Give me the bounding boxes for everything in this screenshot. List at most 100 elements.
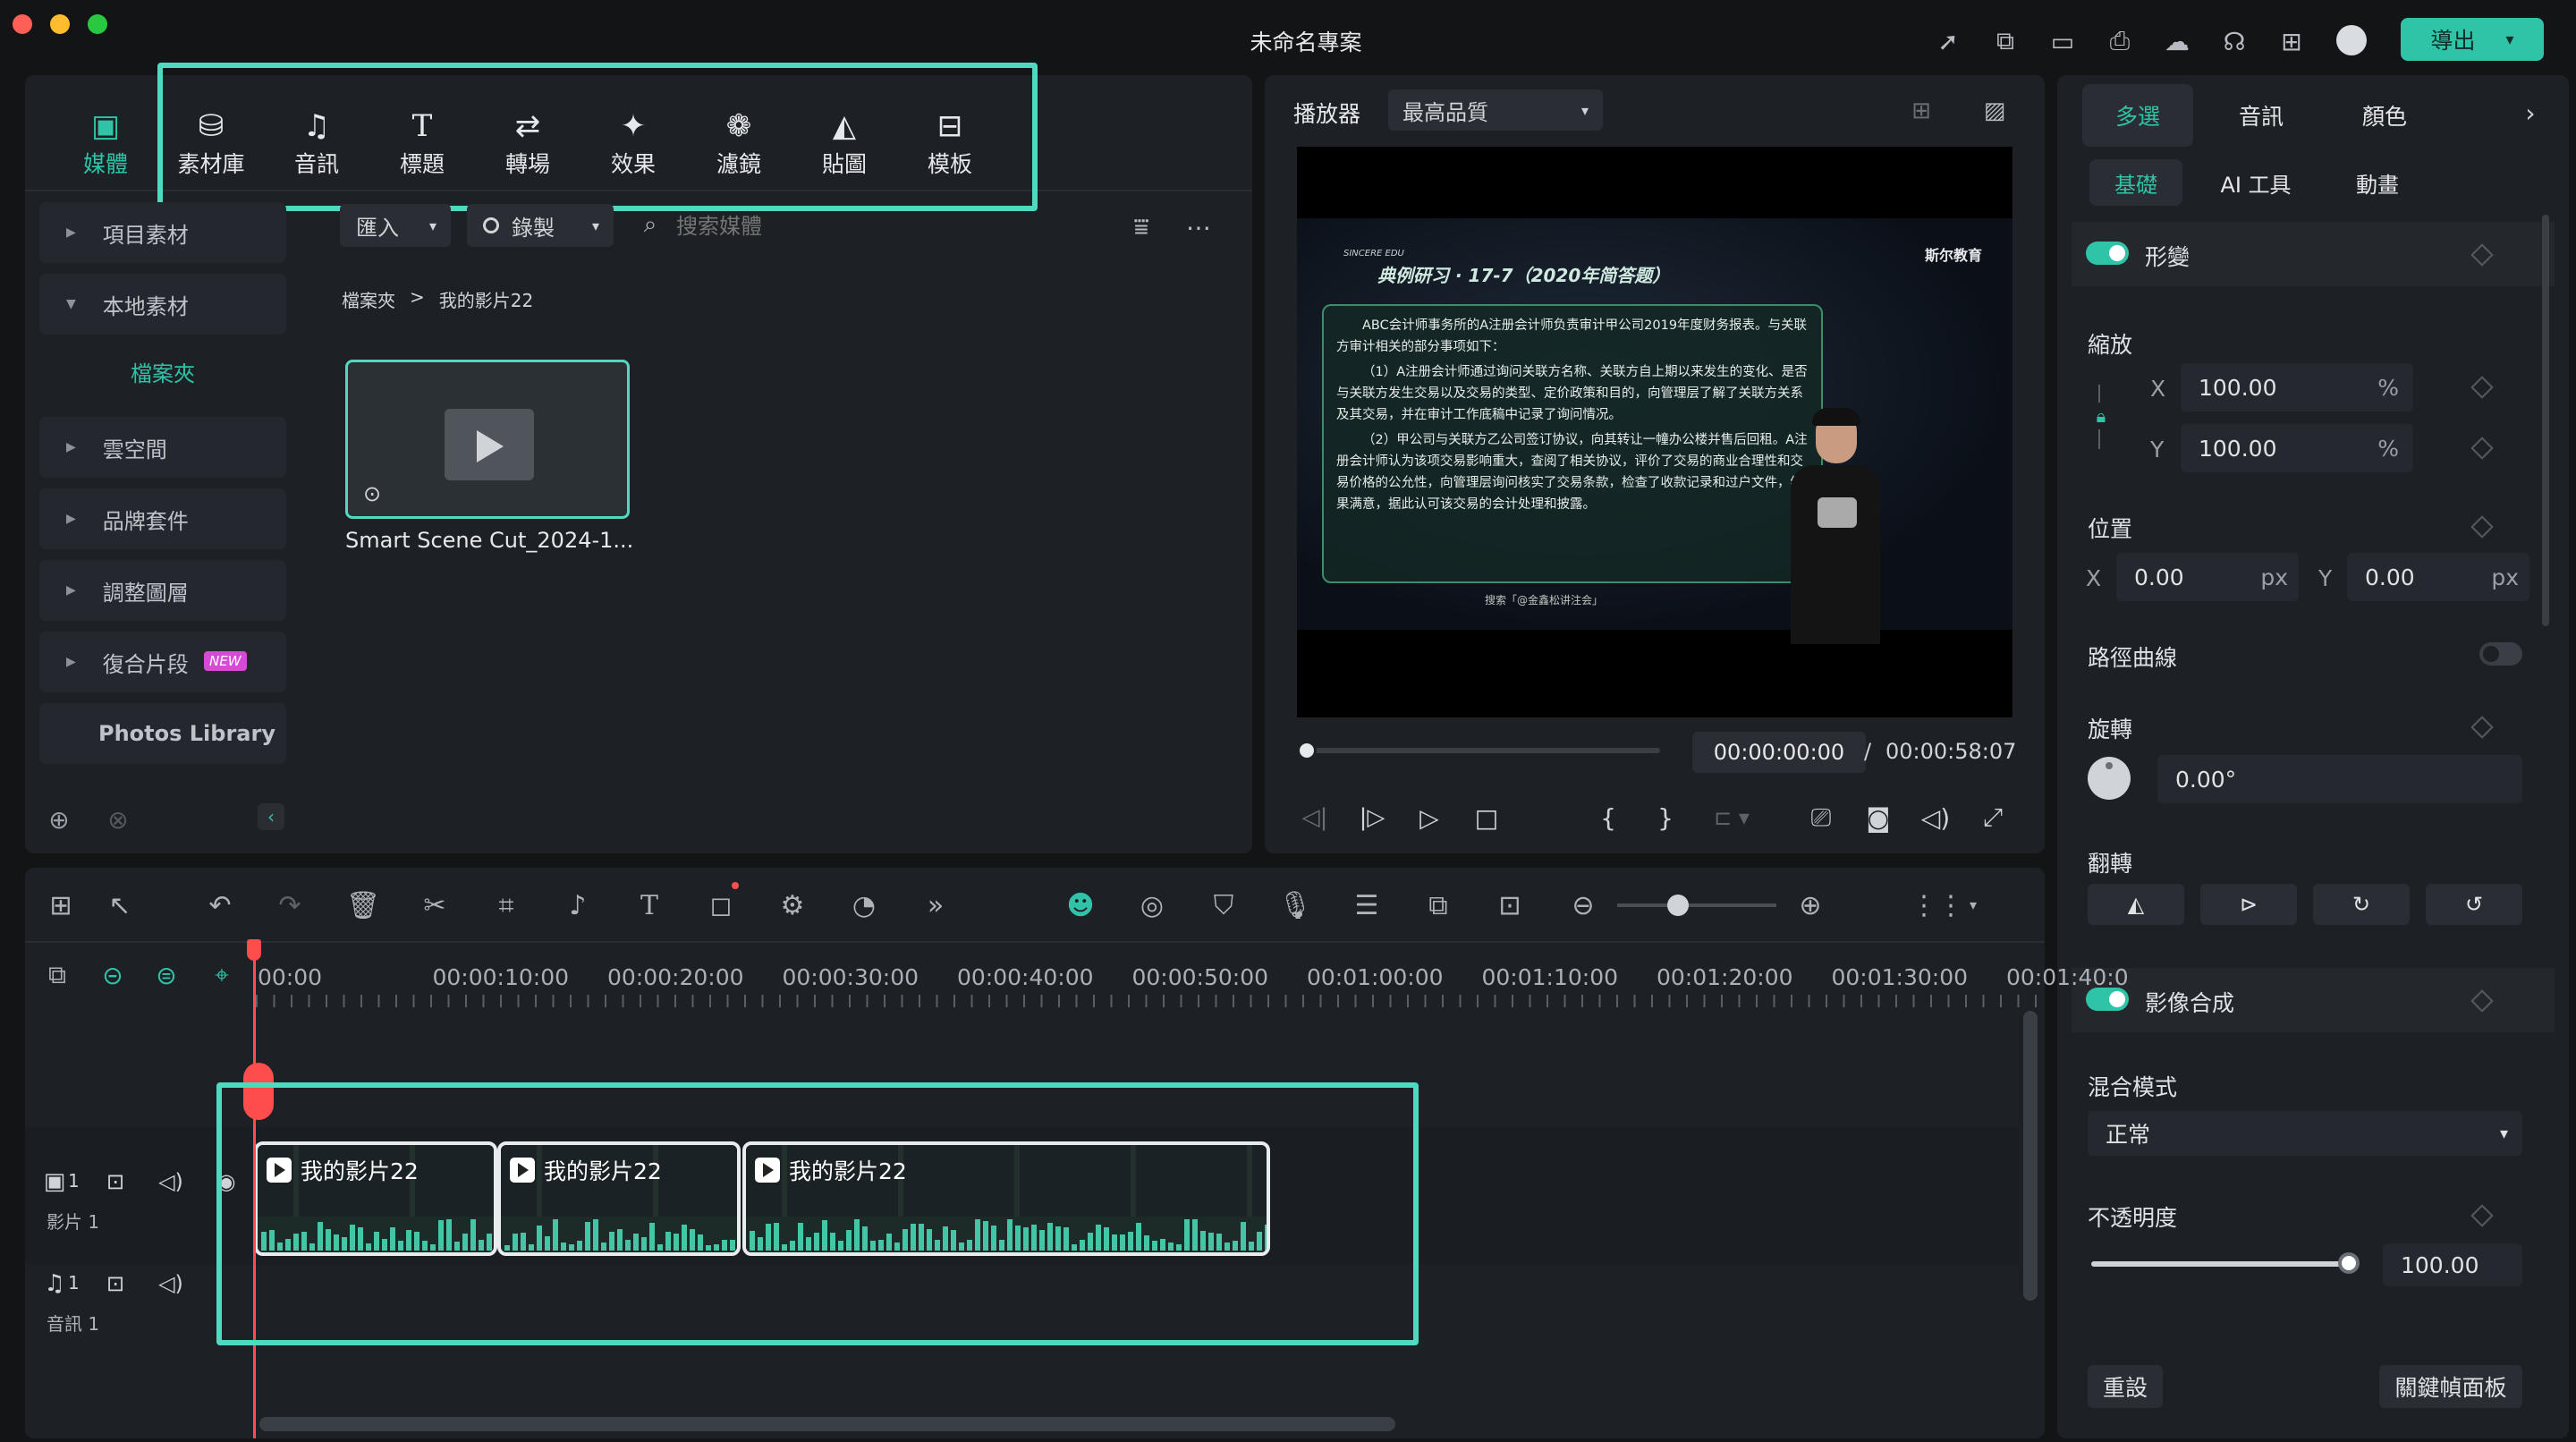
lock-track-icon[interactable]: ⊡ <box>100 1268 131 1299</box>
opacity-slider-thumb[interactable] <box>2338 1252 2360 1274</box>
delete-icon[interactable]: 🗑︎ <box>343 886 383 925</box>
transform-toggle[interactable] <box>2086 242 2129 265</box>
zoom-slider-thumb[interactable] <box>1667 895 1689 916</box>
text-tool-icon[interactable]: T <box>630 886 669 925</box>
position-y-input[interactable]: 0.00 px <box>2347 553 2529 601</box>
save-icon[interactable]: ⎙ <box>2102 23 2138 59</box>
marker-icon[interactable]: ⛉ <box>1204 886 1243 925</box>
horizontal-scrollbar[interactable] <box>259 1417 1395 1431</box>
undo-icon[interactable]: ↶ <box>200 886 240 925</box>
sidebar-item-local-media[interactable]: ▼ 本地素材 <box>39 274 286 335</box>
path-curve-toggle[interactable] <box>2479 642 2522 666</box>
stop-button[interactable]: □ <box>1469 800 1504 836</box>
audio-mixer-icon[interactable]: ☰ <box>1347 886 1386 925</box>
play-button[interactable]: ▷ <box>1411 800 1447 836</box>
opacity-slider-track[interactable] <box>2091 1261 2349 1267</box>
playback-progress-track[interactable] <box>1304 748 1660 753</box>
track-layout-icon[interactable]: ⋮⋮ <box>1911 886 1964 925</box>
reset-button[interactable]: 重設 <box>2088 1365 2163 1408</box>
cloud-upload-icon[interactable]: ☁ <box>2159 23 2195 59</box>
fit-timeline-icon[interactable]: ⊡ <box>1490 886 1530 925</box>
video-canvas[interactable]: SINCERE EDU 典例研习 · 17-7（2020年简答题） 斯尔教育 A… <box>1297 147 2012 717</box>
collapse-sidebar-button[interactable]: ‹ <box>258 803 284 830</box>
scale-x-input[interactable]: 100.00 % <box>2181 363 2413 411</box>
headset-icon[interactable]: ☊ <box>2216 23 2252 59</box>
link-clips-icon[interactable]: ⊝ <box>95 957 131 993</box>
subtab-animation[interactable]: 動畫 <box>2331 159 2424 206</box>
split-scissors-icon[interactable]: ✂ <box>415 886 454 925</box>
microphone-icon[interactable]: 🎙︎ <box>1275 886 1315 925</box>
more-options-icon[interactable]: ⋯ <box>1181 209 1216 245</box>
flip-horizontal-icon[interactable]: ◭ <box>2088 884 2184 925</box>
chevron-right-icon[interactable]: › <box>2517 95 2544 131</box>
grid-apps-icon[interactable]: ⊞ <box>2274 23 2309 59</box>
volume-icon[interactable]: ◁) <box>1918 800 1953 836</box>
sidebar-item-photos-library[interactable]: Photos Library <box>39 703 286 764</box>
tab-color[interactable]: 顏色 <box>2329 84 2440 147</box>
import-dropdown[interactable]: 匯入 ▾ <box>340 204 451 247</box>
sidebar-item-adjustment-layer[interactable]: ▶ 調整圖層 <box>39 560 286 621</box>
rotate-dial[interactable] <box>2088 757 2131 800</box>
avatar[interactable] <box>2336 25 2367 55</box>
record-dropdown[interactable]: 錄製 ▾ <box>467 204 614 247</box>
filter-sort-icon[interactable]: ⩸ <box>1123 209 1159 245</box>
previous-frame-icon[interactable]: ◁| <box>1297 800 1333 836</box>
sidebar-item-folder[interactable]: 檔案夾 <box>39 349 286 399</box>
rotate-counterclockwise-icon[interactable]: ↺ <box>2426 884 2522 925</box>
sidebar-item-compound-clip[interactable]: ▶ 復合片段 NEW <box>39 632 286 692</box>
ai-robot-icon[interactable]: ☻ <box>1061 886 1100 925</box>
mark-out-button[interactable]: } <box>1648 800 1683 836</box>
search-input[interactable] <box>676 208 1070 245</box>
property-scrollbar[interactable] <box>2542 215 2549 626</box>
mask-icon[interactable]: ◻ <box>701 886 741 925</box>
playback-progress-thumb[interactable] <box>1297 741 1317 760</box>
rotate-clockwise-icon[interactable]: ↻ <box>2313 884 2410 925</box>
vertical-scrollbar[interactable] <box>2023 1011 2038 1301</box>
auto-reframe-icon[interactable]: ⧉ <box>1419 886 1458 925</box>
position-x-input[interactable]: 0.00 px <box>2116 553 2299 601</box>
layout-icon[interactable]: ▭ <box>2045 23 2080 59</box>
snapshot-view-icon[interactable]: ▨ <box>1977 93 2012 129</box>
zoom-slider-track[interactable] <box>1617 903 1776 907</box>
speed-icon[interactable]: ◔ <box>844 886 884 925</box>
minimize-window-button[interactable] <box>50 14 70 34</box>
lock-track-icon[interactable]: ⊡ <box>100 1166 131 1197</box>
render-preview-icon[interactable]: ◎ <box>1132 886 1172 925</box>
play-frame-icon[interactable]: |▷ <box>1354 800 1390 836</box>
current-time[interactable]: 00:00:00:00 <box>1692 732 1866 773</box>
compositing-toggle[interactable] <box>2086 988 2129 1011</box>
opacity-input[interactable]: 100.00 <box>2383 1243 2522 1286</box>
scale-y-input[interactable]: 100.00 % <box>2181 424 2413 472</box>
zoom-in-icon[interactable]: ⊕ <box>1791 886 1830 925</box>
layout-grid-icon[interactable]: ⊞ <box>41 886 80 925</box>
feedback-send-icon[interactable]: ➚ <box>1930 23 1966 59</box>
close-window-button[interactable] <box>13 14 32 34</box>
more-tools-icon[interactable]: » <box>916 886 955 925</box>
display-settings-icon[interactable]: ⎚ <box>1803 800 1839 836</box>
export-button[interactable]: 導出 ▾ <box>2401 18 2544 61</box>
snap-icon[interactable]: ⌖ <box>204 957 240 993</box>
sidebar-item-project-media[interactable]: ▶ 項目素材 <box>39 202 286 263</box>
tab-audio-properties[interactable]: 音訊 <box>2206 84 2317 147</box>
fullscreen-icon[interactable]: ⤢ <box>1975 800 2011 836</box>
audio-edit-icon[interactable]: ♪ <box>558 886 597 925</box>
keyframe-panel-button[interactable]: 關鍵幀面板 <box>2379 1365 2522 1408</box>
ai-effects-icon[interactable]: ⚙ <box>773 886 812 925</box>
tab-media[interactable]: ▣ 媒體 <box>61 106 150 186</box>
mute-track-icon[interactable]: ◁) <box>156 1166 186 1197</box>
camera-snapshot-icon[interactable]: ◙ <box>1860 800 1896 836</box>
blend-mode-dropdown[interactable]: 正常 ▾ <box>2088 1111 2522 1156</box>
subtab-ai-tools[interactable]: AI 工具 <box>2209 159 2302 206</box>
tab-multi-select[interactable]: 多選 <box>2082 84 2193 147</box>
sidebar-item-cloud[interactable]: ▶ 雲空間 <box>39 417 286 478</box>
select-arrow-icon[interactable]: ↖ <box>100 886 140 925</box>
playhead-handle[interactable] <box>247 939 261 961</box>
flip-vertical-icon[interactable]: ⊳ <box>2200 884 2297 925</box>
mark-in-button[interactable]: { <box>1590 800 1626 836</box>
rotate-input[interactable]: 0.00° <box>2157 755 2522 803</box>
breadcrumb-root[interactable]: 檔案夾 <box>342 286 395 312</box>
grid-view-icon[interactable]: ⊞ <box>1903 93 1939 129</box>
crop-icon[interactable]: ⌗ <box>487 886 526 925</box>
new-folder-icon[interactable]: ⊕ <box>41 802 77 837</box>
zoom-out-icon[interactable]: ⊖ <box>1563 886 1603 925</box>
